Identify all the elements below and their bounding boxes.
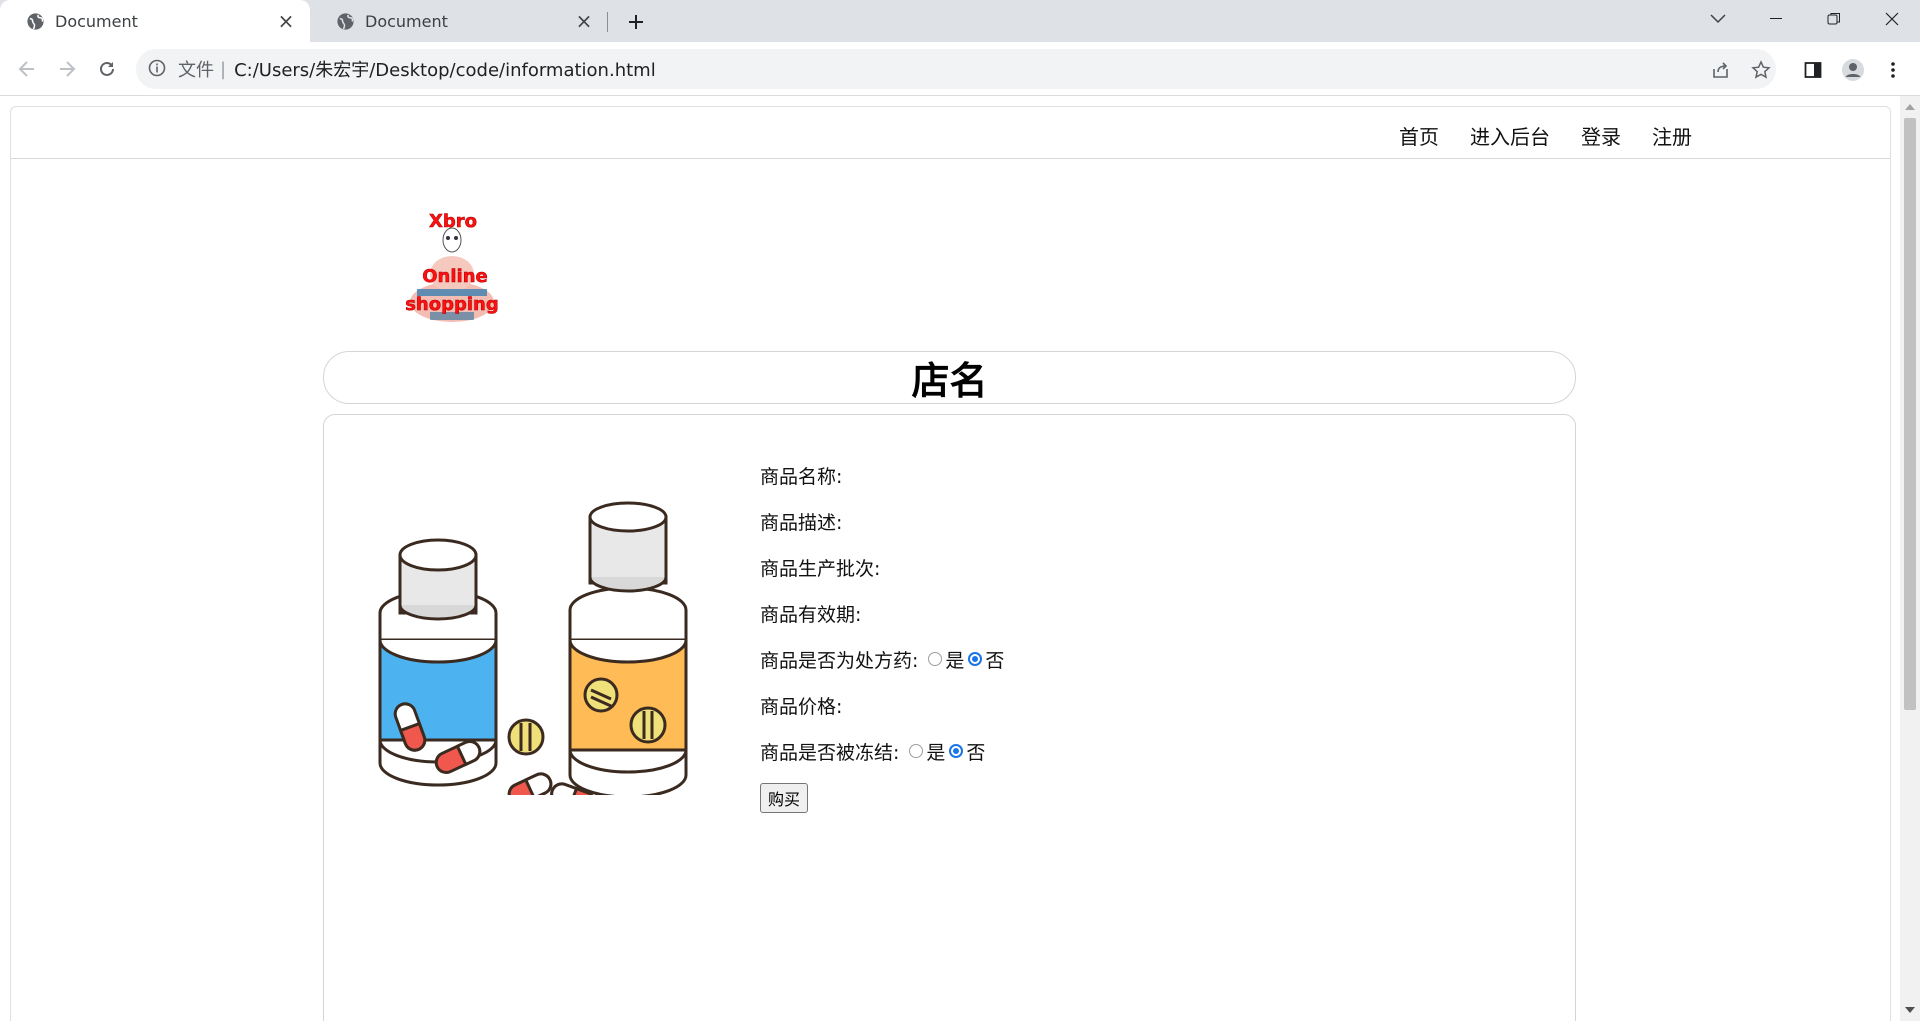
nav-home-link[interactable]: 首页 (1399, 121, 1439, 150)
tab-title: Document (55, 11, 138, 31)
shop-name-title: 店名 (323, 351, 1576, 404)
avatar-icon (1842, 59, 1864, 81)
minimize-icon (1770, 18, 1782, 19)
frozen-no-label: 否 (966, 741, 986, 764)
tab-strip: Document × Document × (0, 0, 1920, 42)
reload-icon (100, 61, 114, 76)
nav-admin-link[interactable]: 进入后台 (1470, 121, 1550, 150)
scroll-down-icon[interactable] (1905, 1007, 1915, 1013)
new-tab-button[interactable] (622, 8, 650, 36)
close-window-button[interactable] (1868, 0, 1916, 38)
product-expiry-label: 商品有效期: (760, 603, 862, 626)
product-price-row: 商品价格: (760, 682, 1004, 728)
product-expiry-row: 商品有效期: (760, 590, 1004, 636)
tab-search-button[interactable] (1694, 0, 1742, 38)
scrollbar-thumb[interactable] (1904, 118, 1916, 710)
close-tab-icon[interactable]: × (574, 9, 594, 33)
close-icon (1885, 12, 1899, 26)
address-bar[interactable]: 文件 | C:/Users/朱宏宇/Desktop/code/informati… (136, 49, 1776, 89)
page-scrollbar[interactable] (1900, 96, 1920, 1021)
buy-row: 购买 (760, 774, 1004, 820)
frozen-row: 商品是否被冻结: 是 否 (760, 728, 1004, 774)
product-info: 商品名称: 商品描述: 商品生产批次: 商品有效期: 商品是否为处方药: 是 否 (760, 452, 1004, 820)
info-icon[interactable] (148, 59, 168, 79)
product-description-row: 商品描述: (760, 498, 1004, 544)
logo-text-online: Online (422, 266, 487, 287)
arrow-right-icon (60, 61, 76, 77)
prescription-label: 商品是否为处方药: (760, 649, 919, 672)
scheme-label: 文件 (178, 60, 214, 81)
chevron-down-icon (1710, 14, 1726, 24)
menu-button[interactable] (1879, 56, 1907, 84)
product-batch-row: 商品生产批次: (760, 544, 1004, 590)
nav-login-link[interactable]: 登录 (1581, 121, 1621, 150)
page-frame: 首页 进入后台 登录 注册 Xbro Online shopping 店名 商品… (10, 106, 1891, 1021)
frozen-label: 商品是否被冻结: (760, 741, 900, 764)
star-icon (1751, 60, 1771, 79)
back-button[interactable] (12, 54, 42, 84)
tab-separator (607, 12, 608, 32)
frozen-yes-label: 是 (926, 741, 946, 764)
more-vert-icon (1891, 62, 1895, 78)
page-viewport: 首页 进入后台 登录 注册 Xbro Online shopping 店名 商品… (0, 96, 1900, 1021)
site-logo: Xbro Online shopping (397, 202, 517, 327)
close-tab-icon[interactable]: × (276, 9, 296, 33)
product-card: 商品名称: 商品描述: 商品生产批次: 商品有效期: 商品是否为处方药: 是 否 (323, 414, 1576, 1021)
product-batch-label: 商品生产批次: (760, 557, 881, 580)
frozen-yes-radio[interactable] (909, 744, 924, 758)
tab-document-active[interactable]: Document × (0, 0, 310, 42)
minimize-button[interactable] (1752, 0, 1800, 38)
prescription-no-radio[interactable] (968, 652, 983, 666)
buy-button[interactable]: 购买 (760, 783, 809, 813)
logo-text-shopping: shopping (405, 294, 499, 315)
product-name-row: 商品名称: (760, 452, 1004, 498)
scheme-separator: | (220, 58, 227, 80)
medicine-bottles-image (368, 465, 698, 814)
share-button[interactable] (1707, 56, 1735, 84)
side-panel-icon (1804, 62, 1822, 78)
tab-document-inactive[interactable]: Document × (310, 0, 608, 42)
profile-button[interactable] (1839, 56, 1867, 84)
reload-button[interactable] (92, 54, 122, 84)
product-description-label: 商品描述: (760, 511, 843, 534)
plus-icon (629, 15, 643, 29)
restore-icon (1827, 13, 1840, 25)
url-text[interactable]: C:/Users/朱宏宇/Desktop/code/information.ht… (234, 56, 656, 82)
prescription-no-label: 否 (985, 649, 1005, 672)
scroll-up-icon[interactable] (1905, 104, 1915, 110)
frozen-no-radio[interactable] (949, 744, 964, 758)
nav-register-link[interactable]: 注册 (1652, 121, 1692, 150)
product-name-label: 商品名称: (760, 465, 843, 488)
browser-toolbar: 文件 | C:/Users/朱宏宇/Desktop/code/informati… (0, 42, 1920, 96)
globe-icon (336, 12, 355, 31)
tab-title: Document (365, 11, 448, 31)
bookmark-button[interactable] (1747, 56, 1775, 84)
arrow-left-icon (18, 61, 34, 77)
share-icon (1713, 62, 1728, 78)
forward-button[interactable] (52, 54, 82, 84)
prescription-yes-label: 是 (945, 649, 965, 672)
restore-button[interactable] (1810, 0, 1858, 38)
prescription-row: 商品是否为处方药: 是 否 (760, 636, 1004, 682)
top-nav: 首页 进入后台 登录 注册 (11, 107, 1890, 159)
prescription-yes-radio[interactable] (928, 652, 943, 666)
nav-links: 首页 进入后台 登录 注册 (1399, 121, 1692, 150)
globe-icon (26, 12, 45, 31)
product-price-label: 商品价格: (760, 695, 843, 718)
side-panel-button[interactable] (1799, 56, 1827, 84)
logo-text-xbro: Xbro (429, 211, 477, 232)
